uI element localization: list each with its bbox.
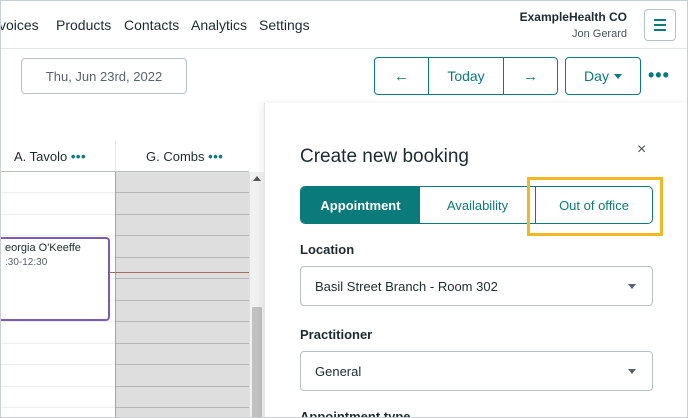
grid-line	[1, 386, 115, 387]
more-options-icon[interactable]: •••	[648, 65, 670, 86]
tab-availability[interactable]: Availability	[420, 187, 536, 223]
grid-line	[1, 214, 115, 215]
view-select-button[interactable]: Day	[565, 57, 641, 95]
arrow-right-icon: →	[523, 67, 538, 85]
next-day-button[interactable]: →	[504, 58, 557, 94]
hamburger-icon	[654, 18, 666, 33]
app-window: voices Products Contacts Analytics Setti…	[0, 0, 688, 418]
scroll-up-icon[interactable]	[253, 176, 261, 181]
column-name: G. Combs	[146, 149, 205, 164]
appointment-block[interactable]: eorgia O'Keeffe :30-12:30	[1, 237, 110, 321]
grid-line	[1, 343, 115, 344]
nav-link-contacts[interactable]: Contacts	[124, 17, 179, 33]
date-navigation: ← Today →	[374, 57, 558, 95]
location-value: Basil Street Branch - Room 302	[315, 278, 498, 294]
location-select[interactable]: Basil Street Branch - Room 302	[300, 266, 653, 306]
nav-link-analytics[interactable]: Analytics	[191, 17, 247, 33]
calendar-scrollbar[interactable]	[249, 172, 264, 417]
appointment-type-label: Appointment type	[300, 409, 411, 418]
highlight-box	[527, 177, 663, 236]
header-divider	[115, 141, 116, 171]
nav-link-products[interactable]: Products	[56, 17, 111, 33]
scroll-thumb[interactable]	[252, 307, 262, 417]
grid-line	[116, 343, 249, 344]
grid-line	[116, 364, 249, 365]
column-header-a-tavolo[interactable]: A. Tavolo •••	[14, 149, 86, 164]
grid-line	[116, 278, 249, 279]
grid-line	[116, 407, 249, 408]
grid-line	[116, 214, 249, 215]
calendar-column-g-combs[interactable]	[115, 172, 249, 417]
top-nav: voices Products Contacts Analytics Setti…	[1, 1, 687, 49]
practitioner-select[interactable]: General	[300, 351, 653, 391]
date-picker-button[interactable]: Thu, Jun 23rd, 2022	[21, 58, 187, 94]
grid-line	[1, 235, 115, 236]
column-options-icon[interactable]: •••	[71, 149, 86, 164]
grid-line	[116, 235, 249, 236]
user-name: Jon Gerard	[571, 28, 627, 40]
grid-line	[116, 321, 249, 322]
grid-line	[116, 386, 249, 387]
appointment-time: :30-12:30	[5, 257, 48, 268]
arrow-left-icon: ←	[394, 67, 409, 85]
location-label: Location	[300, 242, 355, 257]
grid-line	[116, 192, 249, 193]
booking-panel: Create new booking × Appointment Availab…	[264, 103, 687, 418]
menu-button[interactable]	[644, 9, 676, 41]
grid-line	[116, 300, 249, 301]
appointment-patient: eorgia O'Keeffe	[5, 242, 81, 254]
column-name: A. Tavolo	[14, 149, 68, 164]
view-label: Day	[584, 68, 609, 84]
column-options-icon[interactable]: •••	[208, 149, 223, 164]
grid-line	[116, 257, 249, 258]
grid-line	[1, 407, 115, 408]
column-header-g-combs[interactable]: G. Combs •••	[146, 149, 223, 164]
prev-day-button[interactable]: ←	[375, 58, 428, 94]
grid-line	[1, 321, 115, 322]
grid-line	[1, 364, 115, 365]
grid-line	[1, 192, 115, 193]
nav-link-settings[interactable]: Settings	[259, 17, 310, 33]
practitioner-value: General	[315, 363, 362, 379]
today-button[interactable]: Today	[428, 58, 504, 94]
practitioner-label: Practitioner	[300, 327, 373, 342]
close-icon[interactable]: ×	[637, 141, 646, 159]
caret-down-icon	[628, 284, 636, 289]
nav-link-invoices[interactable]: voices	[1, 17, 39, 33]
caret-down-icon	[628, 369, 636, 374]
panel-title: Create new booking	[300, 146, 469, 167]
org-name: ExampleHealth CO	[519, 10, 627, 24]
caret-down-icon	[613, 73, 622, 79]
tab-appointment[interactable]: Appointment	[301, 187, 420, 223]
